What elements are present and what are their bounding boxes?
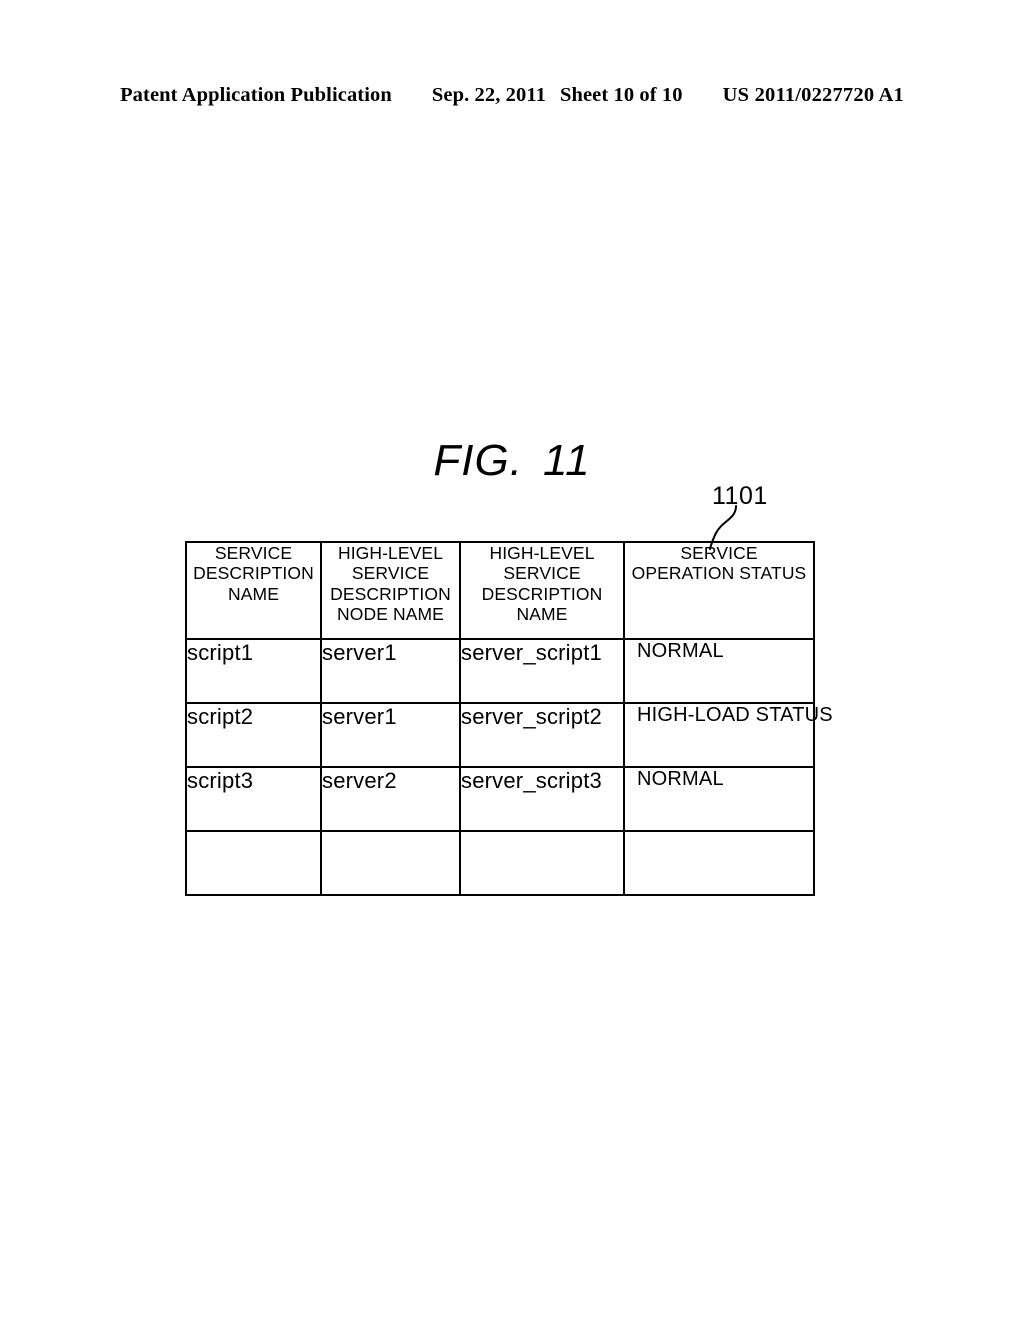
cell-high-level-node-name: server1 xyxy=(320,702,461,768)
cell-service-description-name xyxy=(185,830,322,896)
page-running-header: Patent Application Publication Sep. 22, 2… xyxy=(0,84,1024,107)
cell-high-level-service-description-name: server_script3 xyxy=(459,766,625,832)
figure-title-number: 11 xyxy=(542,436,591,485)
cell-high-level-service-description-name: server_script1 xyxy=(459,638,625,704)
cell-service-operation-status xyxy=(623,830,815,896)
cell-service-description-name: script3 xyxy=(185,766,322,832)
table-row: script1 server1 server_script1 NORMAL xyxy=(185,638,815,704)
table-row: script2 server1 server_script2 HIGH-LOAD… xyxy=(185,702,833,768)
cell-high-level-node-name xyxy=(320,830,461,896)
figure-table-container: SERVICE DESCRIPTION NAME HIGH-LEVEL SERVICE… xyxy=(185,541,833,896)
column-header-service-description-name: SERVICE DESCRIPTION NAME xyxy=(185,541,322,640)
column-header-high-level-service-description-node-name: HIGH-LEVEL SERVICE DESCRIPTION NODE NAME xyxy=(320,541,461,640)
cell-high-level-node-name: server1 xyxy=(320,638,461,704)
cell-service-description-name: script2 xyxy=(185,702,322,768)
table-header-row: SERVICE DESCRIPTION NAME HIGH-LEVEL SERVICE… xyxy=(185,541,815,640)
column-header-service-operation-status: SERVICE OPERATION STATUS xyxy=(623,541,815,640)
figure-title-prefix: FIG. xyxy=(433,436,523,485)
cell-service-operation-status: NORMAL xyxy=(623,638,815,704)
column-header-high-level-service-description-name: HIGH-LEVEL SERVICE DESCRIPTION NAME xyxy=(459,541,625,640)
cell-service-operation-status: HIGH-LOAD STATUS xyxy=(623,702,833,768)
cell-high-level-node-name: server2 xyxy=(320,766,461,832)
table-row: script3 server2 server_script3 NORMAL xyxy=(185,766,815,832)
service-description-table: SERVICE DESCRIPTION NAME HIGH-LEVEL SERVICE… xyxy=(185,541,833,896)
header-sheet-text: Sheet 10 of 10 xyxy=(559,84,683,106)
figure-title: FIG. 11 xyxy=(0,436,1024,486)
header-publication-text: Patent Application Publication xyxy=(120,84,392,106)
table-row-empty xyxy=(185,830,815,896)
cell-service-operation-status: NORMAL xyxy=(623,766,815,832)
cell-high-level-service-description-name xyxy=(459,830,625,896)
cell-service-description-name: script1 xyxy=(185,638,322,704)
header-patent-number: US 2011/0227720 A1 xyxy=(722,84,904,106)
cell-high-level-service-description-name: server_script2 xyxy=(459,702,625,768)
header-date-text: Sep. 22, 2011 xyxy=(431,84,546,106)
